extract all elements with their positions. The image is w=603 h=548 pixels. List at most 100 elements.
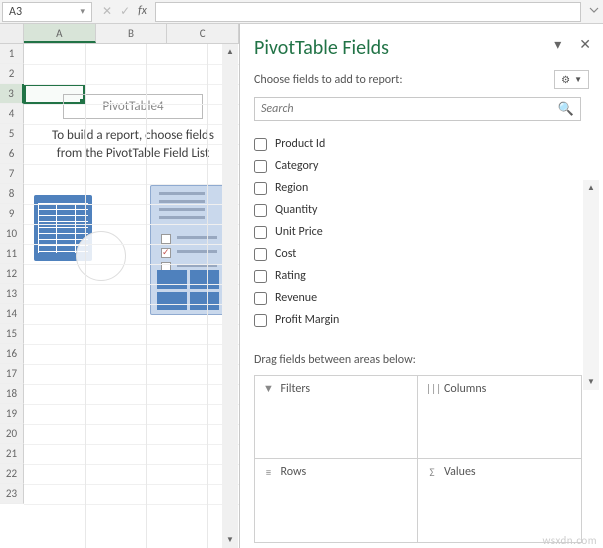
row-header[interactable]: 23 <box>0 484 24 504</box>
scroll-up-icon[interactable]: ▲ <box>222 44 238 60</box>
fields-scrollbar[interactable]: ▲ ▼ <box>583 180 599 390</box>
row-header[interactable]: 12 <box>0 264 24 284</box>
columns-icon: ||| <box>426 382 438 395</box>
row-header[interactable]: 14 <box>0 304 24 324</box>
row-header[interactable]: 22 <box>0 464 24 484</box>
drag-instructions: Drag fields between areas below: <box>254 353 599 367</box>
pivot-placeholder-text: To build a report, choose fields from th… <box>34 127 232 175</box>
scroll-down-icon[interactable]: ▼ <box>222 532 238 548</box>
search-icon[interactable]: 🔍 <box>558 102 574 117</box>
illustration-magnify-icon <box>76 231 126 281</box>
rows-icon: ≡ <box>263 466 275 479</box>
field-label: Category <box>275 159 318 173</box>
columns-label: Columns <box>444 382 486 396</box>
field-checkbox[interactable] <box>254 248 267 261</box>
formula-buttons: ✕ ✓ fx <box>94 4 155 19</box>
worksheet[interactable]: A B C PivotTable4 To build a report, cho… <box>0 24 240 548</box>
search-input[interactable] <box>261 102 558 116</box>
field-checkbox[interactable] <box>254 160 267 173</box>
row-header[interactable]: 9 <box>0 204 24 224</box>
field-label: Rating <box>275 269 306 283</box>
close-icon[interactable]: ✕ <box>579 36 591 53</box>
field-item[interactable]: Cost <box>254 243 581 265</box>
field-label: Revenue <box>275 291 317 305</box>
values-label: Values <box>444 465 476 479</box>
formula-bar: A3 ▾ ✕ ✓ fx <box>0 0 603 24</box>
formula-input[interactable] <box>155 2 581 22</box>
fx-icon[interactable]: fx <box>138 4 147 19</box>
row-header[interactable]: 2 <box>0 64 24 84</box>
field-item[interactable]: Quantity <box>254 199 581 221</box>
column-header-b[interactable]: B <box>96 24 168 43</box>
column-header-a[interactable]: A <box>24 24 96 43</box>
field-checkbox[interactable] <box>254 314 267 327</box>
values-area[interactable]: Σ Values <box>417 458 582 543</box>
field-item[interactable]: Product Id <box>254 133 581 155</box>
filters-label: Filters <box>281 382 311 396</box>
row-header[interactable]: 4 <box>0 104 24 124</box>
field-label: Quantity <box>275 203 317 217</box>
row-header[interactable]: 20 <box>0 424 24 444</box>
field-item[interactable]: Region <box>254 177 581 199</box>
name-box-value: A3 <box>9 5 22 19</box>
row-header[interactable]: 11 <box>0 244 24 264</box>
column-header-c[interactable]: C <box>167 24 239 43</box>
field-checkbox[interactable] <box>254 204 267 217</box>
field-label: Cost <box>275 247 296 261</box>
scroll-up-icon[interactable]: ▲ <box>583 180 599 196</box>
confirm-icon: ✓ <box>120 4 130 19</box>
scroll-track[interactable] <box>222 60 238 532</box>
sigma-icon: Σ <box>426 466 438 479</box>
scroll-down-icon[interactable]: ▼ <box>583 374 599 390</box>
formula-expand-icon[interactable] <box>585 5 603 19</box>
field-item[interactable]: Rating <box>254 265 581 287</box>
columns-area[interactable]: ||| Columns <box>417 375 582 460</box>
row-header[interactable]: 7 <box>0 164 24 184</box>
row-header[interactable]: 18 <box>0 384 24 404</box>
field-item[interactable]: Category <box>254 155 581 177</box>
name-box[interactable]: A3 ▾ <box>2 2 92 22</box>
field-item[interactable]: Revenue <box>254 287 581 309</box>
row-header[interactable]: 6 <box>0 144 24 164</box>
filter-icon: ▼ <box>263 382 275 395</box>
row-header[interactable]: 16 <box>0 344 24 364</box>
row-header[interactable]: 21 <box>0 444 24 464</box>
rows-area[interactable]: ≡Rows <box>254 458 419 543</box>
field-checkbox[interactable] <box>254 138 267 151</box>
grid-body[interactable]: PivotTable4 To build a report, choose fi… <box>0 44 239 548</box>
row-header[interactable]: 17 <box>0 364 24 384</box>
row-header[interactable]: 1 <box>0 44 24 64</box>
areas-grid: ▼ Filters ||| Columns ≡Rows Σ Values <box>254 375 599 542</box>
scroll-track[interactable] <box>583 196 599 374</box>
field-checkbox[interactable] <box>254 292 267 305</box>
pane-menu-icon[interactable]: ▾ <box>554 36 561 53</box>
field-label: Product Id <box>275 137 325 151</box>
chevron-down-icon[interactable]: ▾ <box>80 6 85 17</box>
pane-options-button[interactable]: ⚙ ▼ <box>554 70 589 89</box>
pane-subtitle: Choose fields to add to report: <box>254 73 403 87</box>
sheet-scrollbar[interactable]: ▲ ▼ <box>222 44 238 548</box>
row-header[interactable]: 15 <box>0 324 24 344</box>
column-headers: A B C <box>0 24 239 44</box>
row-header[interactable]: 3 <box>0 84 24 104</box>
cancel-icon: ✕ <box>102 4 112 19</box>
field-label: Unit Price <box>275 225 323 239</box>
field-checkbox[interactable] <box>254 182 267 195</box>
field-item[interactable]: Unit Price <box>254 221 581 243</box>
select-all-button[interactable] <box>0 24 24 43</box>
pivottable-fields-pane: PivotTable Fields ▾ ✕ Choose fields to a… <box>240 24 603 548</box>
row-header[interactable]: 10 <box>0 224 24 244</box>
filters-area[interactable]: ▼ Filters <box>254 375 419 460</box>
pivot-placeholder-title: PivotTable4 <box>63 94 203 119</box>
row-header[interactable]: 19 <box>0 404 24 424</box>
gear-icon: ⚙ <box>561 73 570 86</box>
field-checkbox[interactable] <box>254 226 267 239</box>
field-search-box[interactable]: 🔍 <box>254 97 581 121</box>
field-checkbox[interactable] <box>254 270 267 283</box>
watermark: wsxdn.com <box>543 534 597 547</box>
field-label: Region <box>275 181 308 195</box>
row-header[interactable]: 8 <box>0 184 24 204</box>
row-header[interactable]: 13 <box>0 284 24 304</box>
row-header[interactable]: 5 <box>0 124 24 144</box>
field-item[interactable]: Profit Margin <box>254 309 581 331</box>
